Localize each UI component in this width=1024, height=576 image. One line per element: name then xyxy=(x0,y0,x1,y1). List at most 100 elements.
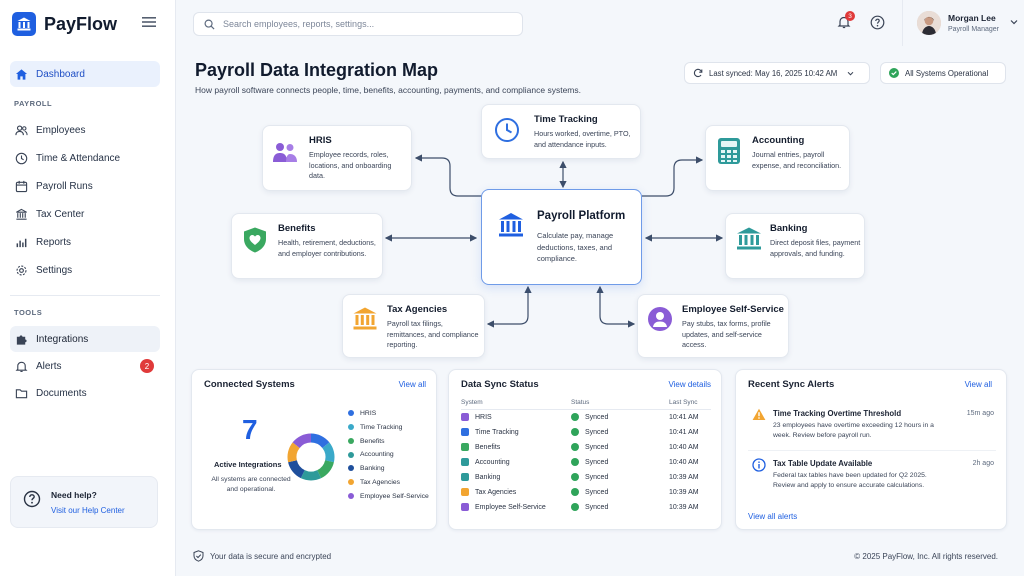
legend-dot xyxy=(348,424,354,430)
connector-hris xyxy=(414,154,482,197)
user-circle-icon xyxy=(648,307,672,331)
connector-tax xyxy=(486,285,532,328)
node-title: Benefits xyxy=(278,223,316,234)
node-description: Hours worked, overtime, PTO, and attenda… xyxy=(534,129,631,149)
calculator-icon xyxy=(461,458,469,466)
donut-segment xyxy=(310,433,330,449)
legend-label: HRIS xyxy=(360,410,377,417)
alert-description: 23 employees have overtime exceeding 12 … xyxy=(773,422,934,439)
view-all-link[interactable]: View all xyxy=(399,380,426,389)
last-sync-cell: 10:40 AM xyxy=(669,443,699,451)
legend-dot xyxy=(348,437,354,444)
alert-title: Tax Table Update Available xyxy=(773,459,873,468)
check-circle-icon xyxy=(571,503,579,511)
node-description: Payroll tax filings, remittances, and co… xyxy=(387,319,479,349)
last-sync-cell: 10:41 AM xyxy=(669,428,699,436)
government-building-icon xyxy=(461,488,469,496)
legend-item: Tax Agencies xyxy=(348,479,429,493)
users-icon xyxy=(461,413,469,422)
donut-segment xyxy=(322,442,335,463)
alert-title: Time Tracking Overtime Threshold xyxy=(773,409,902,418)
status-text: Synced xyxy=(585,473,609,481)
legend-item: HRIS xyxy=(348,410,429,424)
table-row[interactable]: Banking Synced 10:39 AM xyxy=(461,470,711,485)
calculator-icon xyxy=(718,138,740,164)
view-all-alerts-link[interactable]: View all alerts xyxy=(748,512,797,521)
table-header-row: System Status Last Sync xyxy=(461,396,711,410)
bank-icon xyxy=(461,473,469,481)
alert-description: Federal tax tables have been updated for… xyxy=(773,472,927,489)
payroll-platform-node[interactable]: Payroll Platform Calculate pay, manage d… xyxy=(481,189,642,285)
legend-label: Time Tracking xyxy=(360,423,403,431)
last-sync-cell: 10:39 AM xyxy=(669,473,699,481)
check-circle-icon xyxy=(571,428,579,436)
alert-item[interactable]: Time Tracking Overtime Threshold 15m ago… xyxy=(736,400,1008,450)
shield-icon xyxy=(461,443,469,451)
system-name: Tax Agencies xyxy=(475,488,517,496)
time-tracking-node[interactable]: Time Tracking Hours worked, overtime, PT… xyxy=(481,104,641,159)
system-cell: Accounting xyxy=(461,455,571,470)
bank-icon xyxy=(737,227,761,250)
accounting-node[interactable]: Accounting Journal entries, payroll expe… xyxy=(705,125,850,191)
legend-dot xyxy=(348,492,354,499)
status-cell: Synced xyxy=(571,440,669,455)
legend-label: Employee Self-Service xyxy=(360,492,429,500)
integrations-donut-chart xyxy=(287,433,335,481)
panel-title: Recent Sync Alerts xyxy=(748,379,835,390)
banking-node[interactable]: Banking Direct deposit files, payment ap… xyxy=(725,213,865,279)
view-details-link[interactable]: View details xyxy=(668,380,711,389)
panel-title: Connected Systems xyxy=(204,379,295,390)
node-title: Banking xyxy=(770,223,808,234)
status-text: Synced xyxy=(585,428,609,436)
check-circle-icon xyxy=(571,488,579,496)
hris-node[interactable]: HRIS Employee records, roles, locations,… xyxy=(262,125,412,191)
table-row[interactable]: Tax Agencies Synced 10:39 AM xyxy=(461,485,711,500)
status-text: Synced xyxy=(585,443,609,451)
employee-self-service-node[interactable]: Employee Self-Service Pay stubs, tax for… xyxy=(637,294,789,358)
column-header: System xyxy=(461,396,571,410)
system-cell: Tax Agencies xyxy=(461,485,571,500)
donut-segment xyxy=(300,469,322,481)
table-row[interactable]: Employee Self-Service Synced 10:39 AM xyxy=(461,500,711,515)
view-all-link[interactable]: View all xyxy=(965,380,992,389)
column-header: Last Sync xyxy=(669,396,711,410)
user-icon xyxy=(461,503,469,511)
alert-time: 15m ago xyxy=(966,410,994,417)
table-row[interactable]: Accounting Synced 10:40 AM xyxy=(461,455,711,470)
donut-segment xyxy=(292,433,312,449)
legend-dot xyxy=(348,479,354,486)
column-header: Status xyxy=(571,396,669,410)
legend-dot xyxy=(348,465,354,472)
last-sync-cell: 10:39 AM xyxy=(669,488,699,496)
node-description: Direct deposit files, payment approvals,… xyxy=(770,238,861,258)
system-cell: HRIS xyxy=(461,410,571,425)
bank-icon xyxy=(499,213,523,237)
legend-label: Banking xyxy=(360,465,385,473)
status-cell: Synced xyxy=(571,500,669,515)
clock-icon xyxy=(461,428,469,436)
tax-agencies-node[interactable]: Tax Agencies Payroll tax filings, remitt… xyxy=(342,294,485,358)
footer-security-text: Your data is secure and encrypted xyxy=(210,552,332,561)
status-text: Synced xyxy=(585,488,609,496)
table-row[interactable]: Time Tracking Synced 10:41 AM xyxy=(461,425,711,440)
status-cell: Synced xyxy=(571,470,669,485)
info-icon xyxy=(752,458,766,472)
node-description: Health, retirement, deductions, and empl… xyxy=(278,238,376,258)
recent-sync-alerts-panel: Recent Sync Alerts View all Time Trackin… xyxy=(735,369,1007,530)
active-integrations-count: 7 xyxy=(242,414,258,445)
table-row[interactable]: HRIS Synced 10:41 AM xyxy=(461,410,711,425)
node-title: Accounting xyxy=(752,135,805,146)
node-title: HRIS xyxy=(309,135,332,146)
status-text: Synced xyxy=(585,458,609,466)
panel-title: Data Sync Status xyxy=(461,379,539,390)
system-cell: Banking xyxy=(461,470,571,485)
status-text: Synced xyxy=(585,414,609,422)
alert-item[interactable]: Tax Table Update Available 2h ago Federa… xyxy=(736,450,1008,500)
node-description: Employee records, roles, locations, and … xyxy=(309,150,392,180)
table-row[interactable]: Benefits Synced 10:40 AM xyxy=(461,440,711,455)
node-title: Tax Agencies xyxy=(387,304,448,315)
legend-label: Accounting xyxy=(360,451,394,459)
system-name: Banking xyxy=(475,473,501,481)
benefits-node[interactable]: Benefits Health, retirement, deductions,… xyxy=(231,213,383,279)
system-name: Time Tracking xyxy=(475,428,519,436)
